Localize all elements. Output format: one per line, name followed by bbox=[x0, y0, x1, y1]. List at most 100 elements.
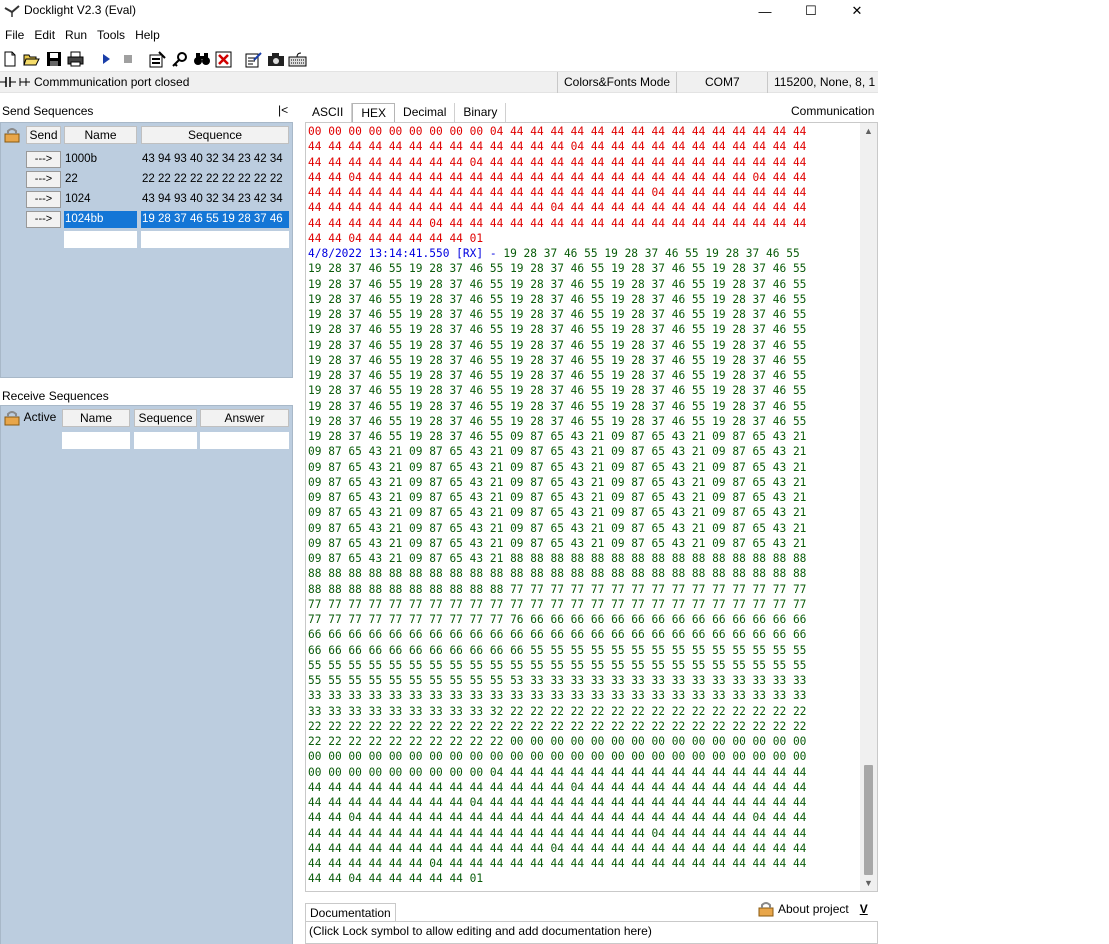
tx-data: 44 44 44 44 44 44 44 44 44 44 44 44 44 0… bbox=[308, 140, 807, 154]
new-file-icon[interactable] bbox=[0, 50, 19, 69]
print-icon[interactable] bbox=[66, 50, 85, 69]
tab-hex[interactable]: HEX bbox=[352, 103, 396, 123]
sequence-value[interactable]: 43 94 93 40 32 34 23 42 34 bbox=[141, 151, 289, 168]
collapse-panel-button[interactable]: |< bbox=[278, 103, 288, 117]
rx-data: 19 28 37 46 55 19 28 37 46 55 19 28 37 4… bbox=[308, 399, 807, 413]
log-line: 19 28 37 46 55 19 28 37 46 55 19 28 37 4… bbox=[308, 338, 877, 353]
rx-data: 19 28 37 46 55 19 28 37 46 55 19 28 37 4… bbox=[308, 323, 807, 337]
log-line: 09 87 65 43 21 09 87 65 43 21 09 87 65 4… bbox=[308, 460, 877, 475]
clear-window-icon[interactable] bbox=[214, 50, 233, 69]
open-folder-icon[interactable] bbox=[22, 50, 41, 69]
menu-tools[interactable]: Tools bbox=[92, 27, 130, 45]
tx-data: 44 44 04 44 44 44 44 44 44 44 44 44 44 4… bbox=[308, 170, 807, 184]
documentation-tab[interactable]: Documentation bbox=[305, 903, 396, 922]
save-icon[interactable] bbox=[44, 50, 63, 69]
send-button[interactable]: ---> bbox=[26, 191, 61, 208]
log-line: 19 28 37 46 55 19 28 37 46 55 19 28 37 4… bbox=[308, 383, 877, 398]
project-settings-icon[interactable] bbox=[148, 50, 167, 69]
key-icon[interactable] bbox=[170, 50, 189, 69]
sequence-value[interactable]: 22 22 22 22 22 22 22 22 22 bbox=[141, 171, 289, 188]
port-closed-icon bbox=[0, 75, 32, 92]
edit-script-icon[interactable] bbox=[244, 50, 263, 69]
lock-icon[interactable] bbox=[4, 127, 20, 146]
rx-data: 09 87 65 43 21 09 87 65 43 21 09 87 65 4… bbox=[308, 536, 807, 550]
vertical-scrollbar[interactable]: ▲ ▼ bbox=[860, 123, 877, 891]
scroll-down-arrow-icon[interactable]: ▼ bbox=[864, 878, 873, 888]
lock-icon[interactable] bbox=[4, 410, 20, 429]
send-button[interactable]: ---> bbox=[26, 151, 61, 168]
snapshot-camera-icon[interactable] bbox=[266, 50, 285, 69]
port-settings: 115200, None, 8, 1 bbox=[767, 72, 878, 93]
about-project-label[interactable]: About project bbox=[778, 902, 849, 916]
rx-data: 19 28 37 46 55 19 28 37 46 55 19 28 37 4… bbox=[308, 292, 807, 306]
rx-data: 19 28 37 46 55 19 28 37 46 55 19 28 37 4… bbox=[308, 277, 807, 291]
new-receive-name-cell[interactable] bbox=[62, 432, 130, 449]
rx-data: 44 44 44 44 44 44 44 44 44 44 44 44 04 4… bbox=[308, 841, 807, 855]
close-button[interactable]: ✕ bbox=[834, 0, 880, 22]
log-line: 09 87 65 43 21 09 87 65 43 21 09 87 65 4… bbox=[308, 536, 877, 551]
log-line: 44 44 44 44 44 44 44 44 04 44 44 44 44 4… bbox=[308, 795, 877, 810]
log-line: 00 00 00 00 00 00 00 00 00 04 44 44 44 4… bbox=[308, 124, 877, 139]
log-line: 44 44 44 44 44 44 44 44 44 44 44 44 44 0… bbox=[308, 780, 877, 795]
communication-label: Communication bbox=[791, 104, 875, 118]
log-line: 77 77 77 77 77 77 77 77 77 77 76 66 66 6… bbox=[308, 612, 877, 627]
tab-binary[interactable]: Binary bbox=[455, 103, 507, 123]
tx-data: 44 44 44 44 44 44 44 44 44 44 44 44 04 4… bbox=[308, 201, 807, 215]
tab-ascii[interactable]: ASCII bbox=[304, 103, 353, 123]
rx-data: 44 44 04 44 44 44 44 44 44 44 44 44 44 4… bbox=[308, 811, 807, 825]
rx-data: 09 87 65 43 21 09 87 65 43 21 09 87 65 4… bbox=[308, 460, 807, 474]
scroll-up-arrow-icon[interactable]: ▲ bbox=[864, 126, 873, 136]
communication-log: 00 00 00 00 00 00 00 00 00 04 44 44 44 4… bbox=[306, 123, 877, 887]
sequence-value-selected[interactable]: 19 28 37 46 55 19 28 37 46 bbox=[141, 211, 289, 228]
log-line: 88 88 88 88 88 88 88 88 88 88 77 77 77 7… bbox=[308, 582, 877, 597]
rx-data: 77 77 77 77 77 77 77 77 77 77 76 66 66 6… bbox=[308, 613, 807, 626]
log-line: 55 55 55 55 55 55 55 55 55 55 55 55 55 5… bbox=[308, 658, 877, 673]
lock-icon[interactable] bbox=[758, 901, 774, 917]
log-line: 19 28 37 46 55 19 28 37 46 55 19 28 37 4… bbox=[308, 399, 877, 414]
menu-bar: File Edit Run Tools Help bbox=[0, 27, 165, 45]
rx-data: 88 88 88 88 88 88 88 88 88 88 88 88 88 8… bbox=[308, 567, 807, 581]
rx-data: 22 22 22 22 22 22 22 22 22 22 22 22 22 2… bbox=[308, 719, 807, 733]
rx-data: 19 28 37 46 55 19 28 37 46 55 19 28 37 4… bbox=[503, 247, 800, 260]
send-sequences-grid: Send Name Sequence ---> 1000b 43 94 93 4… bbox=[0, 122, 293, 378]
send-button[interactable]: ---> bbox=[26, 171, 61, 188]
stop-icon[interactable] bbox=[118, 50, 137, 69]
sequence-column-header: Sequence bbox=[134, 409, 197, 427]
rx-data: 77 77 77 77 77 77 77 77 77 77 77 77 77 7… bbox=[308, 597, 807, 611]
sequence-name[interactable]: 22 bbox=[64, 171, 137, 188]
about-project[interactable]: About project V bbox=[758, 901, 868, 917]
minimize-button[interactable]: — bbox=[742, 0, 788, 22]
rx-data: 22 22 22 22 22 22 22 22 22 22 00 00 00 0… bbox=[308, 735, 807, 748]
sequence-name-selected[interactable]: 1024bb bbox=[64, 211, 137, 228]
log-line: 44 44 44 44 44 44 44 44 04 44 44 44 44 4… bbox=[308, 155, 877, 170]
rx-data: 44 44 04 44 44 44 44 44 01 bbox=[308, 872, 484, 886]
collapse-documentation-button[interactable]: V bbox=[860, 902, 868, 916]
scrollbar-thumb[interactable] bbox=[864, 765, 873, 875]
menu-edit[interactable]: Edit bbox=[29, 27, 60, 45]
tab-decimal[interactable]: Decimal bbox=[395, 103, 456, 123]
sequence-name[interactable]: 1024 bbox=[64, 191, 137, 208]
binoculars-icon[interactable] bbox=[192, 50, 211, 69]
status-bar: Commmunication port closed Colors&Fonts … bbox=[0, 71, 878, 93]
log-line: 44 44 04 44 44 44 44 44 44 44 44 44 44 4… bbox=[308, 810, 877, 825]
new-receive-answer-cell[interactable] bbox=[200, 432, 289, 449]
send-button[interactable]: ---> bbox=[26, 211, 61, 228]
rx-data: 19 28 37 46 55 19 28 37 46 55 19 28 37 4… bbox=[308, 384, 807, 398]
maximize-button[interactable]: ☐ bbox=[788, 0, 834, 22]
new-sequence-name-cell[interactable] bbox=[64, 231, 137, 248]
menu-file[interactable]: File bbox=[0, 27, 29, 45]
keyboard-console-icon[interactable] bbox=[288, 50, 307, 69]
sequence-name[interactable]: 1000b bbox=[64, 151, 137, 168]
connection-status: Commmunication port closed bbox=[34, 75, 190, 89]
rx-data: 55 55 55 55 55 55 55 55 55 55 53 33 33 3… bbox=[308, 674, 807, 687]
new-sequence-value-cell[interactable] bbox=[141, 231, 289, 248]
documentation-text[interactable]: (Click Lock symbol to allow editing and … bbox=[305, 921, 878, 944]
menu-run[interactable]: Run bbox=[60, 27, 92, 45]
communication-window[interactable]: 00 00 00 00 00 00 00 00 00 04 44 44 44 4… bbox=[305, 122, 878, 892]
log-line: 19 28 37 46 55 19 28 37 46 55 09 87 65 4… bbox=[308, 429, 877, 444]
play-icon[interactable] bbox=[96, 50, 115, 69]
sequence-value[interactable]: 43 94 93 40 32 34 23 42 34 bbox=[141, 191, 289, 208]
menu-help[interactable]: Help bbox=[130, 27, 165, 45]
new-receive-sequence-cell[interactable] bbox=[134, 432, 197, 449]
display-mode-tabs: ASCII HEX Decimal Binary bbox=[304, 103, 507, 123]
